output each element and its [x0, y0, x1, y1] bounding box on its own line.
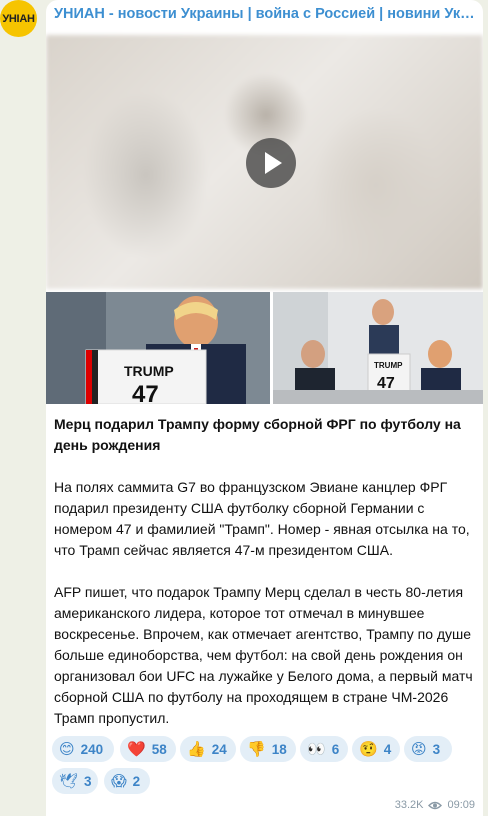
reaction-angry[interactable]: 😡 3: [404, 736, 452, 762]
reaction-eyes[interactable]: 👀 6: [300, 736, 348, 762]
reaction-count: 58: [151, 741, 167, 757]
smile-emoji-icon: 😊: [59, 740, 75, 758]
post-paragraph-2: AFP пишет, что подарок Трампу Мерц сдела…: [54, 584, 473, 726]
post-paragraph-1: На полях саммита G7 во французском Эвиан…: [54, 479, 470, 558]
jersey-name-text-2: TRUMP: [374, 361, 403, 370]
dove-emoji-icon: 🕊: [59, 772, 79, 790]
reaction-count: 6: [331, 741, 340, 757]
thumbs-down-emoji-icon: 👎: [247, 740, 266, 758]
eyes-emoji-icon: 👀: [307, 740, 326, 758]
jersey-name-text: TRUMP: [124, 363, 174, 379]
eye-icon: [428, 801, 443, 809]
reaction-count: 18: [271, 741, 287, 757]
reaction-smile[interactable]: 😊 240: [52, 736, 114, 762]
reaction-count: 24: [211, 741, 227, 757]
reaction-count: 3: [432, 741, 441, 757]
jersey-number-text: 47: [132, 381, 159, 404]
heart-emoji-icon: ❤️: [127, 740, 146, 758]
photo-meeting[interactable]: TRUMP 47: [273, 292, 483, 404]
reaction-heart[interactable]: ❤️ 58: [120, 736, 176, 762]
post-headline: Мерц подарил Трампу форму сборной ФРГ по…: [54, 416, 461, 453]
photo-trump-jersey[interactable]: TRUMP 47: [46, 292, 270, 404]
angry-emoji-icon: 😡: [411, 740, 427, 758]
reaction-count: 2: [132, 773, 141, 789]
reaction-thumbs-up[interactable]: 👍 24: [180, 736, 236, 762]
message-meta: 33.2K 09:09: [395, 799, 475, 811]
scream-emoji-icon: 😱: [111, 772, 127, 790]
view-count: 33.2K: [394, 799, 424, 811]
reaction-thumbs-down[interactable]: 👎 18: [240, 736, 296, 762]
play-icon: [264, 152, 282, 174]
channel-name[interactable]: УНИАН - новости Украины | война с Россие…: [54, 6, 476, 26]
thumbs-up-emoji-icon: 👍: [187, 740, 206, 758]
reaction-count: 4: [383, 741, 392, 757]
channel-avatar[interactable]: УНІАН: [0, 0, 37, 37]
reaction-raised-eyebrow[interactable]: 🤨 4: [352, 736, 400, 762]
play-button[interactable]: [246, 138, 296, 188]
avatar-logo-text: УНІАН: [2, 12, 35, 25]
message-time: 09:09: [447, 799, 475, 811]
reaction-scream[interactable]: 😱 2: [104, 768, 150, 794]
message-bubble: УНИАН - новости Украины | война с Россие…: [46, 0, 483, 816]
reaction-dove[interactable]: 🕊 3: [52, 768, 98, 794]
reaction-count: 240: [80, 741, 104, 757]
raised-eyebrow-emoji-icon: 🤨: [359, 740, 378, 758]
reaction-count: 3: [84, 773, 92, 789]
jersey-number-text-2: 47: [377, 375, 395, 392]
